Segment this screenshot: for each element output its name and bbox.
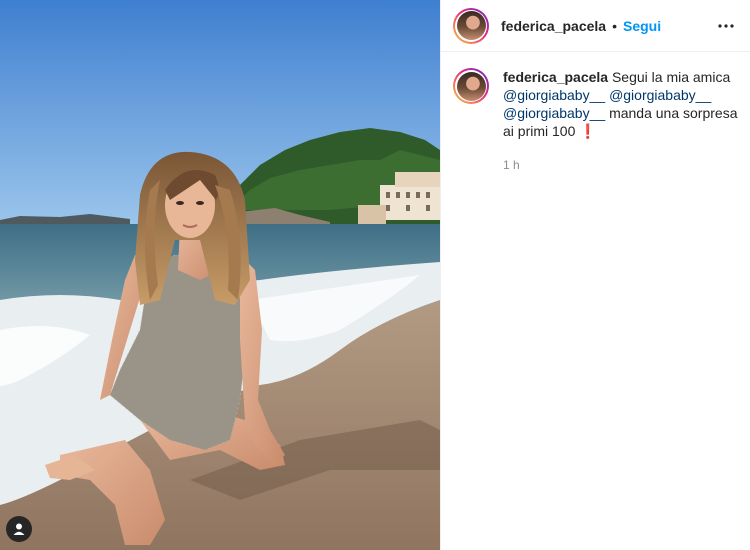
- caption-username[interactable]: federica_pacela: [503, 69, 608, 85]
- post-timestamp[interactable]: 1 h: [503, 156, 738, 174]
- beach-photo: [0, 0, 440, 550]
- caption-text-1: Segui la mia amica: [611, 69, 731, 85]
- exclamation-emoji-icon: ❗: [579, 123, 597, 139]
- follow-button[interactable]: Segui: [623, 18, 661, 34]
- caption: federica_pacela Segui la mia amica @gior…: [441, 52, 750, 174]
- person-icon: [13, 523, 25, 535]
- mention-link-3[interactable]: @giorgiababy__: [503, 105, 605, 121]
- caption-avatar-image: [456, 71, 486, 101]
- avatar-image: [456, 11, 486, 40]
- mention-link-2[interactable]: @giorgiababy__: [609, 87, 711, 103]
- post-header: federica_pacela • Segui: [441, 0, 750, 52]
- header-username[interactable]: federica_pacela: [501, 18, 606, 34]
- post-image[interactable]: [0, 0, 440, 550]
- more-options-button[interactable]: [714, 14, 738, 38]
- caption-text: federica_pacela Segui la mia amica @gior…: [503, 68, 738, 140]
- post-sidebar: federica_pacela • Segui federica_pacela …: [440, 0, 750, 550]
- separator-dot: •: [612, 17, 617, 34]
- ellipsis-icon: [718, 23, 734, 28]
- tagged-users-button[interactable]: [6, 516, 32, 542]
- avatar[interactable]: [453, 7, 489, 44]
- caption-body: federica_pacela Segui la mia amica @gior…: [503, 68, 738, 174]
- mention-link-1[interactable]: @giorgiababy__: [503, 87, 605, 103]
- caption-avatar[interactable]: [453, 68, 489, 104]
